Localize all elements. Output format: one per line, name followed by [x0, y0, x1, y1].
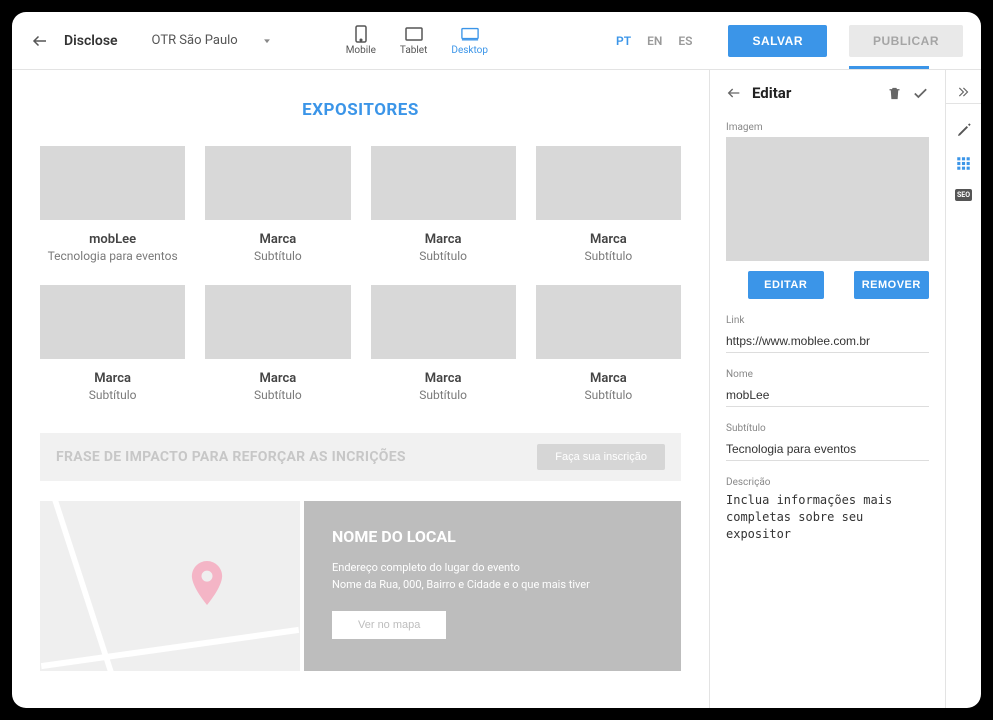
link-input[interactable]: [726, 330, 929, 353]
card-subtitle: Subtítulo: [371, 388, 516, 404]
description-label: Descrição: [726, 477, 929, 488]
card-title: Marca: [536, 232, 681, 247]
back-arrow-icon[interactable]: [30, 31, 50, 51]
lang-tab-en[interactable]: EN: [647, 34, 662, 48]
grid-tool-icon[interactable]: [956, 156, 971, 171]
exhibitor-card[interactable]: Marca Subtítulo: [536, 146, 681, 265]
card-subtitle: Subtítulo: [205, 388, 350, 404]
card-image-placeholder: [371, 285, 516, 359]
app-title: Disclose: [64, 33, 118, 49]
location-title: NOME DO LOCAL: [332, 527, 653, 546]
card-image-placeholder: [371, 146, 516, 220]
publish-button[interactable]: PUBLICAR: [849, 25, 963, 57]
image-label: Imagem: [726, 122, 929, 133]
card-image-placeholder: [536, 285, 681, 359]
rail-collapse-icon[interactable]: [946, 80, 981, 104]
location-info: NOME DO LOCAL Endereço completo do lugar…: [304, 501, 681, 671]
device-tabs: Mobile Tablet Desktop: [346, 25, 488, 56]
location-section: NOME DO LOCAL Endereço completo do lugar…: [40, 501, 681, 671]
edit-panel: Editar Imagem EDITAR REMOVER Link Nome S…: [709, 70, 945, 708]
language-tabs: PT EN ES: [616, 34, 692, 48]
tablet-icon: [405, 25, 423, 43]
card-title: Marca: [40, 371, 185, 386]
card-image-placeholder: [40, 285, 185, 359]
device-tab-tablet[interactable]: Tablet: [400, 25, 427, 56]
lang-tab-pt[interactable]: PT: [616, 34, 631, 48]
section-title: EXPOSITORES: [40, 100, 681, 120]
panel-back-icon[interactable]: [726, 85, 742, 101]
description-textarea[interactable]: [726, 492, 929, 542]
card-image-placeholder: [205, 146, 350, 220]
card-subtitle: Subtítulo: [371, 249, 516, 265]
card-title: Marca: [536, 371, 681, 386]
card-subtitle: Subtítulo: [536, 249, 681, 265]
card-image-placeholder: [40, 146, 185, 220]
card-image-placeholder: [536, 146, 681, 220]
seo-tool-icon[interactable]: SEO: [955, 189, 972, 201]
card-title: mobLee: [40, 232, 185, 247]
image-preview[interactable]: [726, 137, 929, 261]
subtitle-input[interactable]: [726, 438, 929, 461]
lang-tab-es[interactable]: ES: [678, 34, 692, 48]
save-button[interactable]: SALVAR: [728, 25, 827, 57]
card-title: Marca: [371, 371, 516, 386]
map-pin-icon: [190, 561, 224, 605]
exhibitor-card[interactable]: Marca Subtítulo: [371, 146, 516, 265]
mobile-icon: [352, 25, 370, 43]
cta-text: FRASE DE IMPACTO PARA REFORÇAR AS INCRIÇ…: [56, 449, 406, 465]
preview-canvas: EXPOSITORES mobLee Tecnologia para evento…: [12, 70, 709, 708]
device-tab-mobile[interactable]: Mobile: [346, 25, 376, 56]
delete-icon[interactable]: [887, 86, 902, 101]
panel-title: Editar: [752, 84, 877, 102]
publish-progress-bar: [849, 66, 929, 69]
image-remove-button[interactable]: REMOVER: [854, 271, 930, 299]
subtitle-label: Subtítulo: [726, 423, 929, 434]
card-image-placeholder: [205, 285, 350, 359]
exhibitor-card[interactable]: Marca Subtítulo: [536, 285, 681, 404]
view-on-map-button[interactable]: Ver no mapa: [332, 611, 446, 639]
chevron-down-icon: [262, 36, 272, 46]
event-name: OTR São Paulo: [152, 33, 238, 48]
location-address-2: Nome da Rua, 000, Bairro e Cidade e o qu…: [332, 577, 653, 594]
exhibitor-card[interactable]: mobLee Tecnologia para eventos: [40, 146, 185, 265]
location-address-1: Endereço completo do lugar do evento: [332, 560, 653, 577]
image-edit-button[interactable]: EDITAR: [748, 271, 824, 299]
card-subtitle: Subtítulo: [40, 388, 185, 404]
card-subtitle: Subtítulo: [205, 249, 350, 265]
card-subtitle: Tecnologia para eventos: [40, 249, 185, 265]
device-tab-desktop[interactable]: Desktop: [451, 25, 488, 56]
pencil-tool-icon[interactable]: [956, 122, 972, 138]
cta-button[interactable]: Faça sua inscrição: [537, 444, 665, 470]
card-subtitle: Subtítulo: [536, 388, 681, 404]
exhibitor-card[interactable]: Marca Subtítulo: [205, 285, 350, 404]
name-input[interactable]: [726, 384, 929, 407]
name-label: Nome: [726, 369, 929, 380]
cta-bar: FRASE DE IMPACTO PARA REFORÇAR AS INCRIÇ…: [40, 433, 681, 481]
confirm-icon[interactable]: [912, 85, 929, 102]
top-toolbar: Disclose OTR São Paulo Mobile Tablet Des…: [12, 12, 981, 70]
tool-rail: SEO: [945, 70, 981, 708]
exhibitor-card[interactable]: Marca Subtítulo: [40, 285, 185, 404]
card-title: Marca: [205, 371, 350, 386]
exhibitor-grid: mobLee Tecnologia para eventos Marca Subtít…: [40, 146, 681, 403]
link-label: Link: [726, 315, 929, 326]
exhibitor-card[interactable]: Marca Subtítulo: [371, 285, 516, 404]
desktop-icon: [461, 25, 479, 43]
card-title: Marca: [205, 232, 350, 247]
map-placeholder[interactable]: [40, 501, 300, 671]
exhibitor-card[interactable]: Marca Subtítulo: [205, 146, 350, 265]
event-dropdown[interactable]: OTR São Paulo: [152, 33, 312, 48]
card-title: Marca: [371, 232, 516, 247]
